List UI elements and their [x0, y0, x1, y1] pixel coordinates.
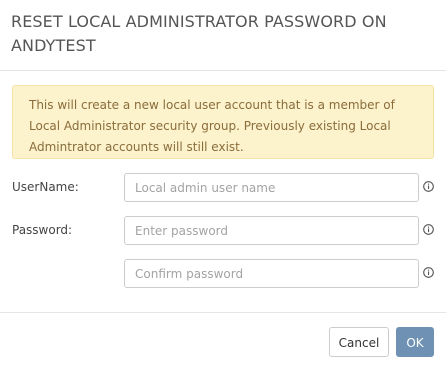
info-circle-icon[interactable] [423, 181, 434, 192]
warning-alert: This will create a new local user accoun… [12, 85, 434, 159]
footer-divider [0, 312, 446, 313]
info-circle-icon[interactable] [423, 267, 434, 278]
dialog-header: RESET LOCAL ADMINISTRATOR PASSWORD ON AN… [0, 0, 446, 71]
cancel-button[interactable]: Cancel [329, 327, 389, 357]
password-label: Password: [12, 223, 73, 237]
password-input[interactable] [124, 216, 419, 245]
info-circle-icon[interactable] [423, 224, 434, 235]
username-input[interactable] [124, 173, 419, 202]
username-label: UserName: [12, 180, 79, 194]
dialog-title: RESET LOCAL ADMINISTRATOR PASSWORD ON AN… [11, 12, 387, 55]
reset-password-dialog: RESET LOCAL ADMINISTRATOR PASSWORD ON AN… [0, 0, 446, 368]
ok-button[interactable]: OK [396, 327, 434, 357]
confirm-password-input[interactable] [124, 259, 419, 288]
